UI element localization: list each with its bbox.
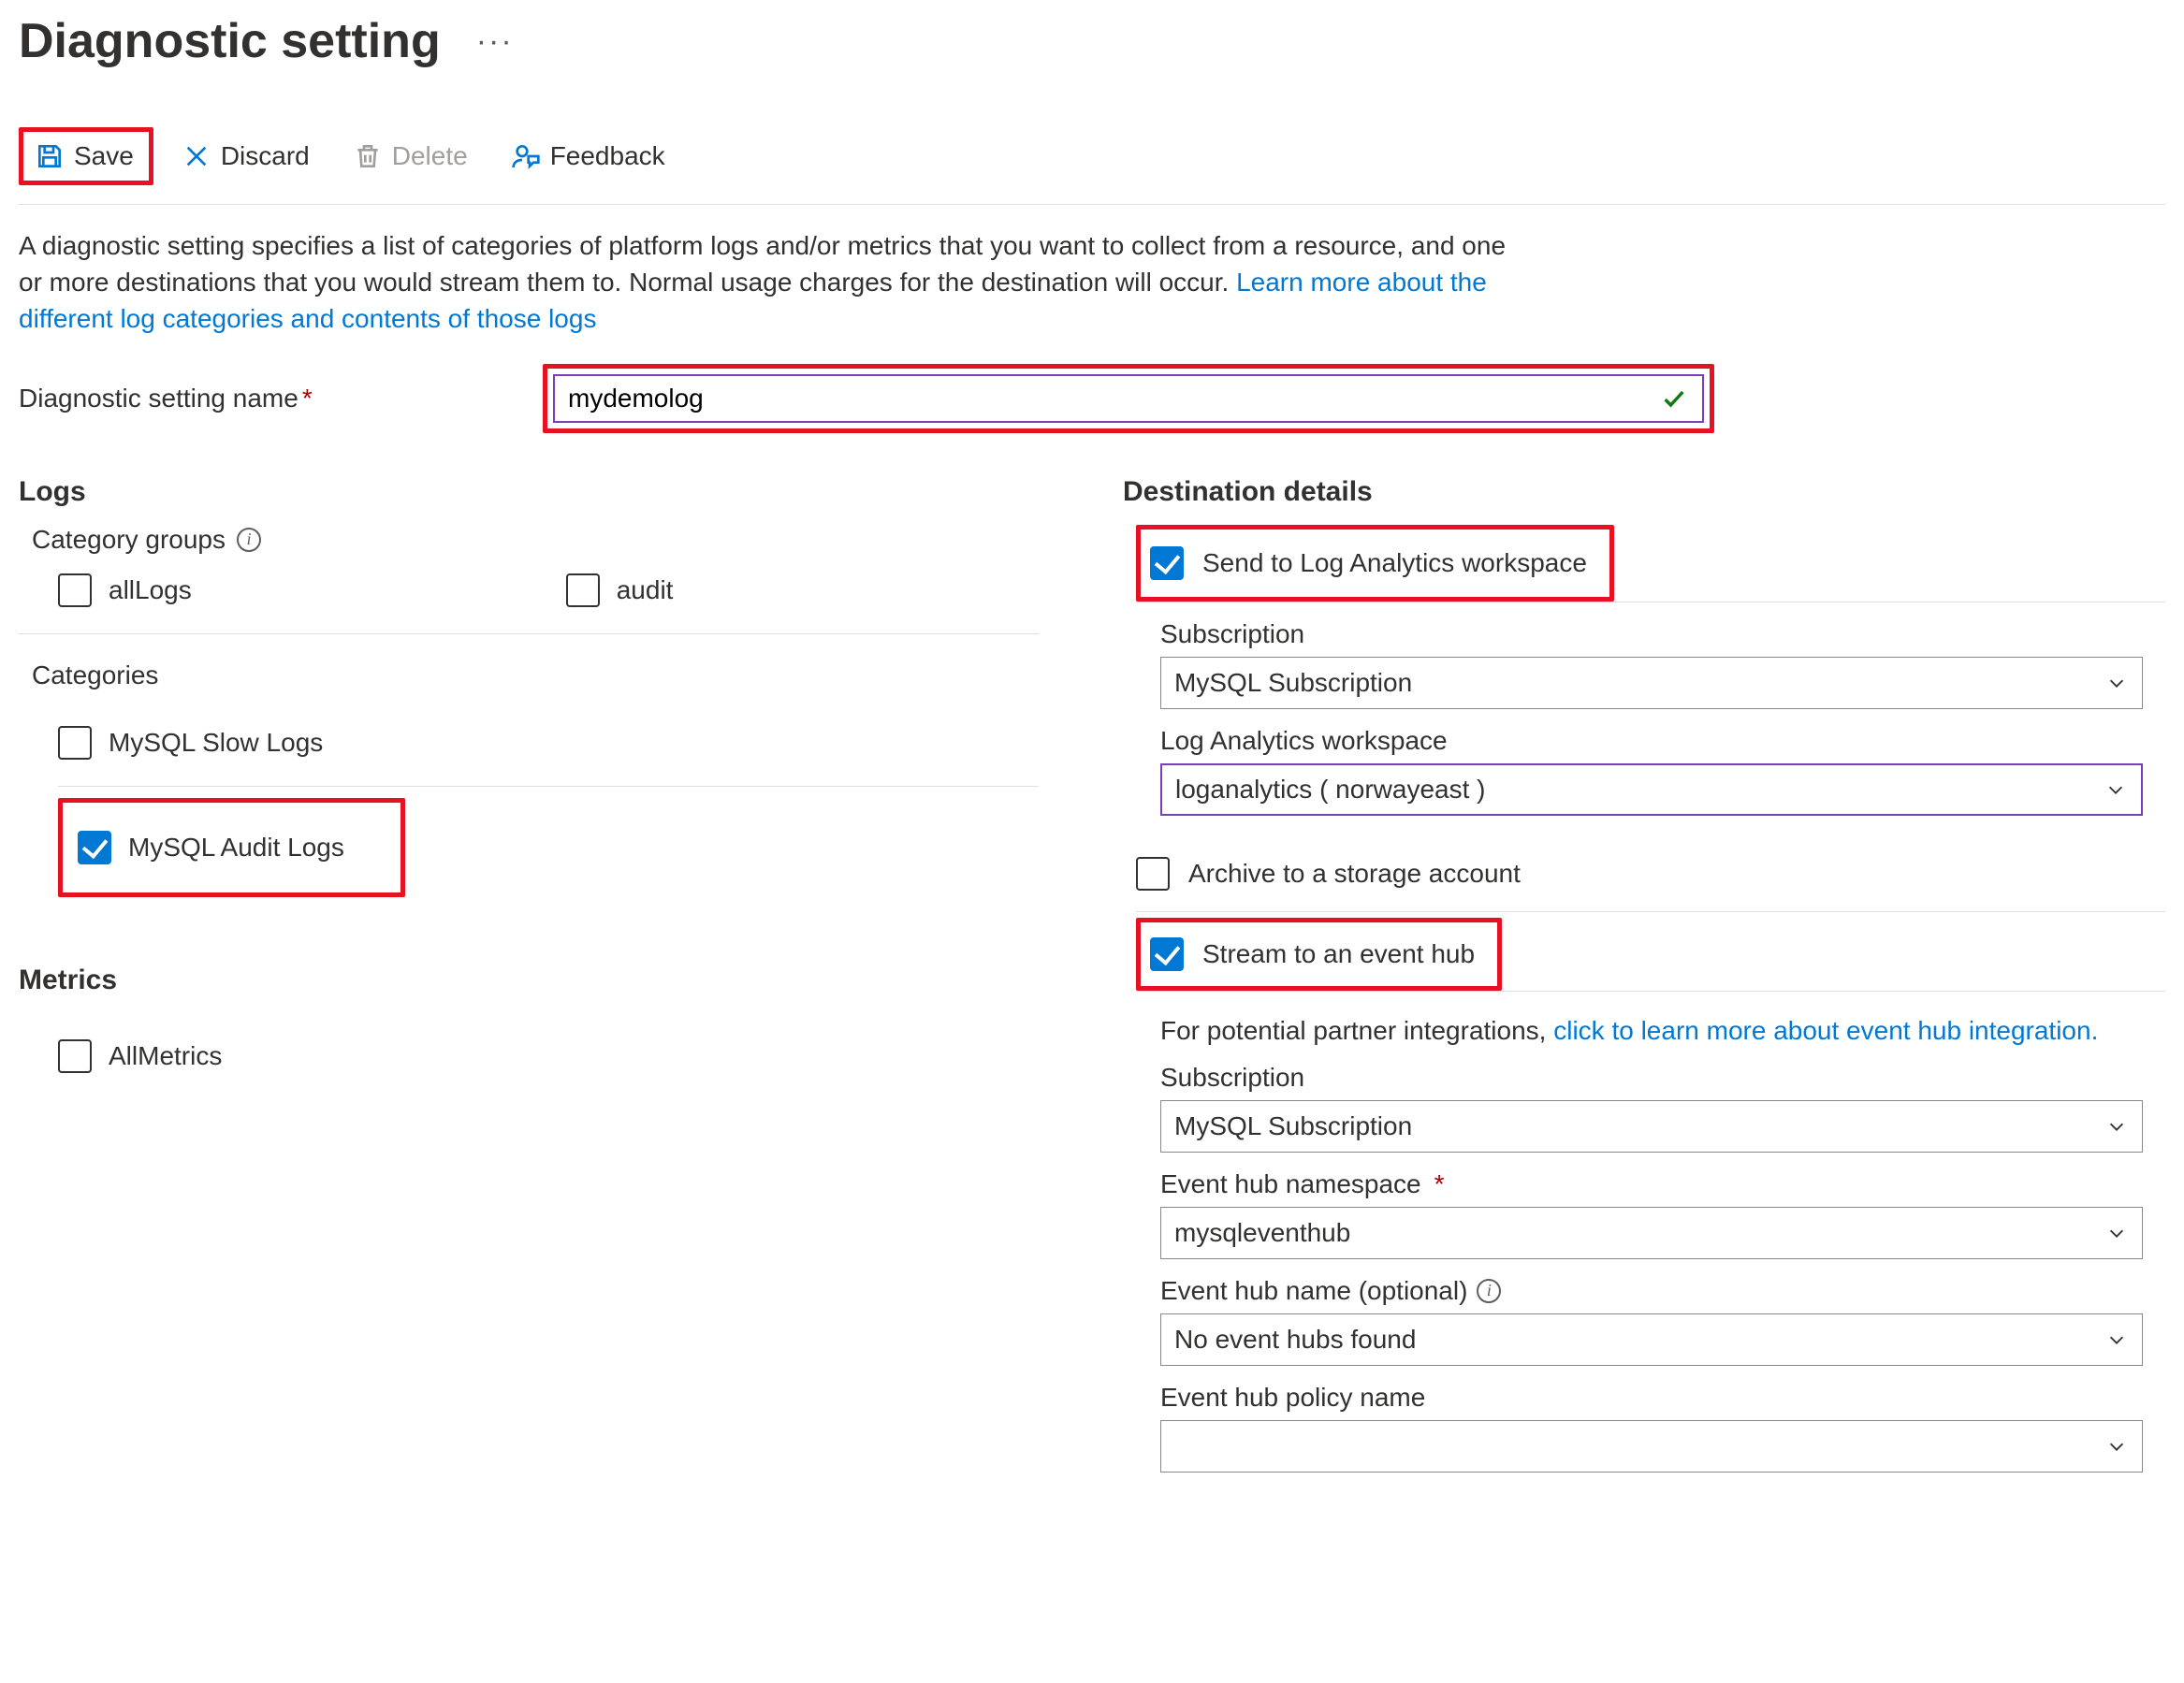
eventhub-highlight: Stream to an event hub xyxy=(1136,918,1502,991)
eh-name-label: Event hub name (optional) i xyxy=(1160,1276,2165,1306)
setting-name-label: Diagnostic setting name* xyxy=(19,384,543,413)
save-icon xyxy=(35,141,65,171)
info-icon[interactable]: i xyxy=(1477,1279,1501,1303)
eh-policy-select[interactable] xyxy=(1160,1420,2143,1473)
feedback-button-label: Feedback xyxy=(550,141,665,171)
law-label: Send to Log Analytics workspace xyxy=(1202,548,1587,578)
audit-logs-checkbox[interactable] xyxy=(78,831,111,864)
discard-button[interactable]: Discard xyxy=(170,132,325,181)
slow-logs-label: MySQL Slow Logs xyxy=(109,728,323,758)
logs-heading: Logs xyxy=(19,476,1067,508)
partner-note: For potential partner integrations, clic… xyxy=(1160,1016,2165,1046)
eventhub-label: Stream to an event hub xyxy=(1202,939,1475,969)
subscription-label: Subscription xyxy=(1160,619,2165,649)
page-title: Diagnostic setting xyxy=(19,13,441,69)
chevron-down-icon xyxy=(2106,1116,2127,1137)
delete-button: Delete xyxy=(342,132,483,181)
archive-checkbox[interactable] xyxy=(1136,857,1170,891)
law-workspace-select[interactable]: loganalytics ( norwayeast ) xyxy=(1160,763,2143,816)
required-asterisk: * xyxy=(302,384,313,413)
audit-group-checkbox[interactable] xyxy=(566,573,600,607)
chevron-down-icon xyxy=(2106,673,2127,693)
audit-logs-label: MySQL Audit Logs xyxy=(128,833,344,863)
info-icon[interactable]: i xyxy=(237,528,261,552)
discard-button-label: Discard xyxy=(221,141,310,171)
setting-name-input[interactable] xyxy=(553,374,1704,423)
audit-group-label: audit xyxy=(617,575,674,605)
feedback-icon xyxy=(511,141,541,171)
eh-subscription-select[interactable]: MySQL Subscription xyxy=(1160,1100,2143,1153)
subscription-value: MySQL Subscription xyxy=(1174,668,1412,698)
categories-label: Categories xyxy=(32,660,1067,690)
valid-check-icon xyxy=(1661,385,1687,412)
eventhub-checkbox[interactable] xyxy=(1150,937,1184,971)
category-groups-label: Category groups i xyxy=(32,525,1067,555)
allmetrics-checkbox[interactable] xyxy=(58,1039,92,1073)
save-button[interactable]: Save xyxy=(19,127,153,185)
audit-logs-highlight: MySQL Audit Logs xyxy=(58,798,405,897)
destination-heading: Destination details xyxy=(1123,476,2165,508)
eh-namespace-select[interactable]: mysqleventhub xyxy=(1160,1207,2143,1259)
eh-name-select[interactable]: No event hubs found xyxy=(1160,1313,2143,1366)
law-checkbox[interactable] xyxy=(1150,546,1184,580)
partner-link[interactable]: click to learn more about event hub inte… xyxy=(1553,1016,2098,1045)
slow-logs-checkbox[interactable] xyxy=(58,726,92,760)
trash-icon xyxy=(353,141,383,171)
alllogs-label: allLogs xyxy=(109,575,192,605)
chevron-down-icon xyxy=(2106,1329,2127,1350)
divider xyxy=(1136,991,2165,992)
close-icon xyxy=(182,141,211,171)
subscription-select[interactable]: MySQL Subscription xyxy=(1160,657,2143,709)
law-highlight: Send to Log Analytics workspace xyxy=(1136,525,1614,602)
law-workspace-label: Log Analytics workspace xyxy=(1160,726,2165,756)
setting-name-highlight xyxy=(543,364,1714,433)
chevron-down-icon xyxy=(2106,1436,2127,1457)
feedback-button[interactable]: Feedback xyxy=(500,132,680,181)
help-text: A diagnostic setting specifies a list of… xyxy=(19,227,1525,338)
alllogs-checkbox[interactable] xyxy=(58,573,92,607)
toolbar: Save Discard Delete xyxy=(19,127,2165,205)
chevron-down-icon xyxy=(2106,1223,2127,1243)
more-actions-button[interactable]: ··· xyxy=(476,23,514,60)
chevron-down-icon xyxy=(2105,779,2126,800)
required-asterisk: * xyxy=(1434,1169,1445,1199)
eh-subscription-label: Subscription xyxy=(1160,1063,2165,1093)
save-button-label: Save xyxy=(74,141,134,171)
archive-label: Archive to a storage account xyxy=(1188,859,1521,889)
delete-button-label: Delete xyxy=(392,141,468,171)
allmetrics-label: AllMetrics xyxy=(109,1041,222,1071)
eh-name-value: No event hubs found xyxy=(1174,1325,1416,1355)
law-workspace-value: loganalytics ( norwayeast ) xyxy=(1175,775,1485,805)
eh-namespace-value: mysqleventhub xyxy=(1174,1218,1350,1248)
eh-policy-label: Event hub policy name xyxy=(1160,1383,2165,1413)
metrics-heading: Metrics xyxy=(19,965,1067,996)
eh-namespace-label: Event hub namespace* xyxy=(1160,1169,2165,1199)
eh-subscription-value: MySQL Subscription xyxy=(1174,1111,1412,1141)
